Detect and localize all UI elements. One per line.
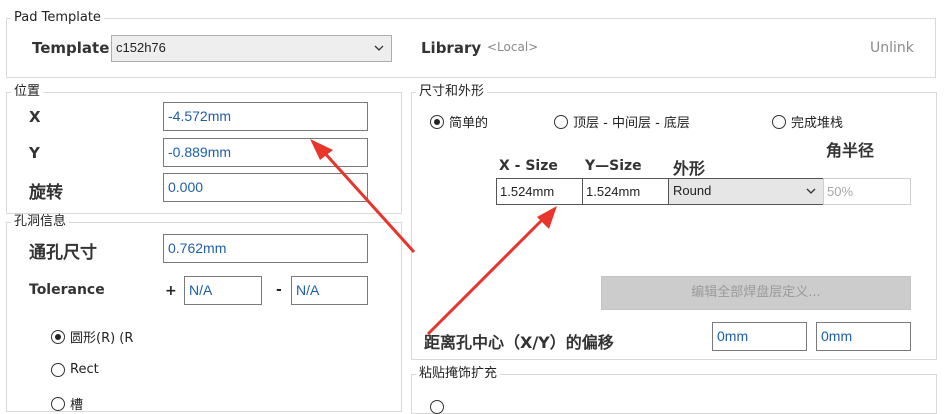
- radio-unchecked-icon: [430, 400, 444, 414]
- library-value: <Local>: [487, 40, 539, 54]
- chevron-down-icon: [806, 188, 816, 194]
- rotation-label: 旋转: [29, 183, 63, 203]
- tolerance-minus-sign: -: [276, 282, 282, 298]
- col-shape-header: 外形: [673, 159, 706, 178]
- tolerance-minus-input[interactable]: N/A: [291, 276, 368, 305]
- hole-size-input[interactable]: 0.762mm: [163, 234, 368, 263]
- mode-top-mid-bottom-radio[interactable]: 顶层 - 中间层 - 底层: [554, 112, 690, 131]
- radio-checked-icon: [51, 329, 65, 344]
- tolerance-plus-input[interactable]: N/A: [184, 276, 262, 305]
- offset-label: 距离孔中心（X/Y）的偏移: [424, 333, 614, 352]
- paste-mask-legend: 粘贴掩饰扩充: [416, 366, 501, 382]
- hole-shape-rect-radio[interactable]: Rect: [51, 362, 99, 377]
- template-select-value: c152h76: [116, 40, 166, 55]
- hole-shape-rect-label: Rect: [70, 362, 99, 377]
- radio-unchecked-icon: [554, 114, 568, 129]
- tolerance-label: Tolerance: [29, 282, 105, 298]
- pad-template-legend: Pad Template: [11, 10, 104, 26]
- library-label: Library: [421, 39, 482, 57]
- hole-shape-slot-radio[interactable]: 槽: [51, 394, 83, 413]
- radio-unchecked-icon: [51, 362, 65, 377]
- mode-top-mid-bottom-label: 顶层 - 中间层 - 底层: [573, 116, 690, 131]
- edit-all-pad-layers-button[interactable]: 编辑全部焊盘层定义...: [601, 276, 911, 310]
- shape-select[interactable]: Round: [668, 178, 824, 205]
- chevron-down-icon: [374, 45, 384, 51]
- size-shape-group: [411, 92, 937, 360]
- paste-mask-radio[interactable]: [430, 400, 444, 414]
- hole-shape-round-radio[interactable]: 圆形(R) (R: [51, 327, 133, 346]
- mode-simple-radio[interactable]: 简单的: [430, 112, 488, 131]
- size-shape-legend: 尺寸和外形: [416, 84, 488, 100]
- radio-unchecked-icon: [51, 396, 65, 411]
- radio-unchecked-icon: [772, 114, 786, 129]
- radio-checked-icon: [430, 114, 444, 129]
- mode-simple-label: 简单的: [449, 116, 489, 131]
- y-input[interactable]: -0.889mm: [163, 138, 368, 167]
- unlink-button[interactable]: Unlink: [870, 40, 914, 56]
- offset-x-input[interactable]: 0mm: [712, 322, 807, 351]
- x-input[interactable]: -4.572mm: [163, 102, 368, 131]
- hole-shape-round-label: 圆形(R) (R: [70, 331, 134, 346]
- corner-radius-label: 角半径: [826, 141, 875, 160]
- rotation-input[interactable]: 0.000: [163, 173, 368, 202]
- col-xsize-header: X - Size: [499, 158, 558, 174]
- ysize-cell[interactable]: 1.524mm: [582, 178, 669, 205]
- tolerance-plus-sign: +: [165, 283, 177, 299]
- shape-select-value: Round: [673, 183, 712, 198]
- hole-size-label: 通孔尺寸: [29, 243, 97, 263]
- corner-radius-cell[interactable]: 50%: [823, 178, 911, 205]
- hole-info-legend: 孔洞信息: [11, 214, 70, 230]
- xsize-cell[interactable]: 1.524mm: [496, 178, 583, 205]
- template-label: Template: [32, 39, 110, 57]
- x-label: X: [29, 108, 41, 126]
- offset-y-input[interactable]: 0mm: [816, 322, 911, 351]
- mode-full-stack-radio[interactable]: 完成堆栈: [772, 112, 843, 131]
- y-label: Y: [29, 144, 40, 162]
- template-select[interactable]: c152h76: [111, 35, 392, 62]
- col-ysize-header: Y—Size: [585, 158, 642, 174]
- position-legend: 位置: [11, 84, 44, 100]
- mode-full-stack-label: 完成堆栈: [791, 116, 844, 131]
- hole-shape-slot-label: 槽: [70, 398, 84, 413]
